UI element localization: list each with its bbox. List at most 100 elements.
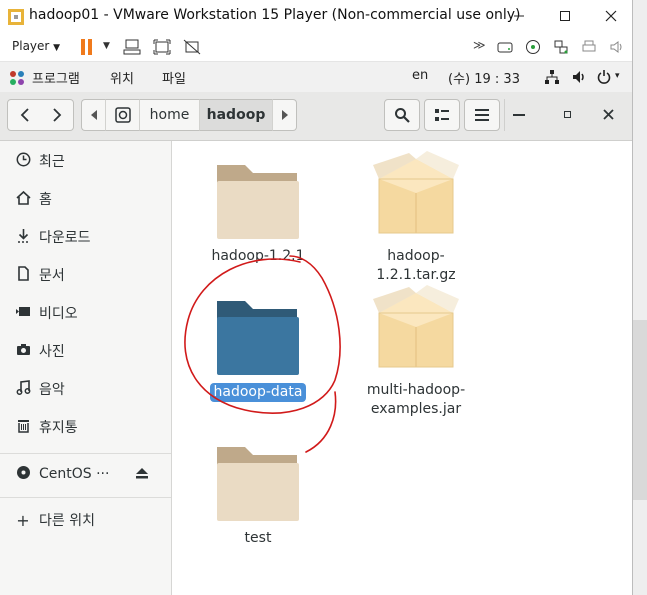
sidebar-item-label: 문서: [39, 268, 65, 284]
crumb-scroll-left[interactable]: [81, 99, 105, 131]
chevron-left-icon: [20, 108, 29, 122]
forward-button[interactable]: [41, 99, 74, 131]
view-toggle-button[interactable]: [424, 99, 460, 131]
crumb-root[interactable]: [105, 99, 139, 131]
sidebar-separator: [0, 497, 171, 498]
sidebar-item-pictures[interactable]: 사진: [0, 332, 171, 370]
minimize-icon[interactable]: [513, 114, 525, 116]
sidebar-item-label: 홈: [39, 192, 52, 208]
search-icon: [395, 108, 410, 123]
archive-icon: [373, 285, 459, 368]
minimize-icon[interactable]: [496, 0, 542, 32]
window-title: hadoop01 - VMware Workstation 15 Player …: [29, 7, 521, 23]
document-icon: [15, 265, 31, 285]
printer-icon[interactable]: [581, 39, 597, 55]
player-menu-button[interactable]: Player ▼: [12, 39, 60, 53]
close-icon[interactable]: [603, 109, 614, 120]
archive-icon: [373, 151, 459, 234]
hamburger-icon: [475, 109, 489, 121]
file-item[interactable]: hadoop-1.2.1.tar.gz: [350, 149, 482, 285]
download-icon: [15, 228, 31, 247]
chevron-right-icon[interactable]: ≫: [473, 38, 486, 52]
sidebar-item-other-locations[interactable]: + 다른 위치: [0, 501, 171, 539]
clock-icon: [15, 152, 31, 171]
crumb-hadoop[interactable]: hadoop: [199, 99, 272, 131]
sound-card-icon[interactable]: [609, 39, 625, 55]
music-icon: [15, 379, 31, 399]
plus-icon: +: [16, 510, 30, 530]
system-menu-arrow-icon[interactable]: ▾: [615, 71, 620, 81]
network-adapter-icon[interactable]: [553, 39, 569, 55]
background-shape: [633, 320, 647, 500]
root-drive-icon: [114, 107, 131, 123]
sidebar-item-label: 최근: [39, 154, 65, 170]
volume-icon[interactable]: [571, 69, 587, 85]
file-name-line: multi-hadoop-: [366, 382, 466, 398]
vmware-titlebar: hadoop01 - VMware Workstation 15 Player …: [0, 0, 632, 33]
crumb-home-label: home: [149, 107, 190, 123]
back-button[interactable]: [7, 99, 42, 131]
list-view-icon: [435, 109, 449, 121]
file-grid: hadoop-1.2.1 hadoop-1.2.1.tar.gz hadoop-…: [172, 141, 632, 595]
pause-icon[interactable]: [80, 39, 94, 55]
file-name: test: [244, 530, 272, 546]
sidebar-item-home[interactable]: 홈: [0, 180, 171, 218]
disc-icon: [15, 465, 31, 484]
cd-drive-icon[interactable]: [525, 39, 541, 55]
menu-programs[interactable]: 프로그램: [32, 68, 80, 87]
folder-icon: [217, 165, 299, 239]
camera-icon: [15, 342, 31, 361]
desktop-background-strip: [632, 0, 647, 595]
pause-dropdown-icon[interactable]: ▼: [103, 41, 110, 51]
folder-icon: [217, 301, 299, 375]
sidebar-item-music[interactable]: 음악: [0, 370, 171, 408]
gnome-top-bar: 프로그램 위치 파일 en (수) 19 : 33 ▾: [0, 62, 632, 92]
applications-menu-icon: [10, 71, 24, 85]
sidebar-item-videos[interactable]: 비디오: [0, 294, 171, 332]
file-manager-header: home hadoop: [0, 92, 632, 141]
crumb-home[interactable]: home: [139, 99, 199, 131]
sidebar-item-centos[interactable]: CentOS ···: [0, 455, 171, 493]
fit-guest-icon[interactable]: [153, 39, 171, 55]
sidebar-item-downloads[interactable]: 다운로드: [0, 218, 171, 256]
sidebar-item-recent[interactable]: 최근: [0, 142, 171, 180]
menu-file[interactable]: 파일: [162, 68, 186, 87]
menu-button[interactable]: [464, 99, 500, 131]
file-name: hadoop-1.2.1.tar.gz: [376, 248, 456, 283]
network-icon[interactable]: [544, 69, 560, 85]
sidebar-item-label: 사진: [39, 344, 65, 360]
clock[interactable]: (수) 19 : 33: [448, 68, 520, 87]
file-name: hadoop-data: [209, 383, 307, 402]
sidebar-item-label: 다운로드: [39, 230, 91, 246]
maximize-icon[interactable]: [542, 0, 588, 32]
crumb-scroll-right[interactable]: [272, 99, 297, 131]
file-item[interactable]: test: [192, 437, 324, 548]
hard-disk-icon[interactable]: [497, 39, 513, 55]
sidebar-item-label: 다른 위치: [39, 513, 95, 529]
sidebar-item-label: 비디오: [39, 306, 78, 322]
maximize-icon[interactable]: [564, 111, 571, 118]
vmware-logo-icon: [8, 9, 24, 25]
file-item[interactable]: hadoop-1.2.1: [192, 155, 324, 266]
folder-icon: [217, 447, 299, 521]
file-item-selected[interactable]: hadoop-data: [192, 291, 324, 402]
trash-icon: [15, 418, 31, 437]
sidebar-item-trash[interactable]: 휴지통: [0, 408, 171, 446]
search-button[interactable]: [384, 99, 420, 131]
menu-location[interactable]: 위치: [110, 68, 134, 87]
eject-icon[interactable]: [135, 467, 149, 480]
close-icon[interactable]: [588, 0, 634, 32]
unity-icon[interactable]: [183, 39, 201, 55]
sidebar-item-label: CentOS ···: [39, 466, 110, 482]
home-icon: [15, 190, 31, 209]
power-icon[interactable]: [596, 69, 612, 85]
file-item[interactable]: multi-hadoop- examples.jar: [350, 283, 482, 419]
file-name: multi-hadoop- examples.jar: [363, 381, 469, 419]
header-separator: [504, 99, 505, 131]
send-ctrl-alt-del-icon[interactable]: [123, 39, 141, 55]
file-name: hadoop-1.2.1: [211, 248, 305, 264]
sidebar-item-documents[interactable]: 문서: [0, 256, 171, 294]
file-name-line: examples.jar: [370, 401, 462, 417]
input-language[interactable]: en: [412, 68, 428, 83]
sidebar-item-label: 휴지통: [39, 420, 78, 436]
